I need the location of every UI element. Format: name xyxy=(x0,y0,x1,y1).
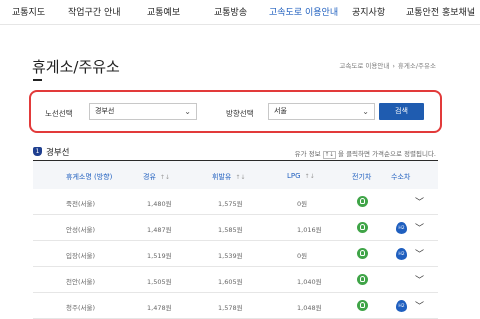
expand-chevron-icon[interactable]: ﹀ xyxy=(415,299,424,312)
gasoline-price: 1,578원 xyxy=(218,304,243,312)
col-header-ev: 전기차 xyxy=(352,173,372,181)
diesel-price: 1,478원 xyxy=(147,304,172,312)
nav-item-traffic-forecast[interactable]: 교통예보 xyxy=(147,5,180,18)
gasoline-price: 1,539원 xyxy=(218,252,243,260)
col-header-lpg[interactable]: LPG ↑↓ xyxy=(287,172,315,180)
expand-chevron-icon[interactable]: ﹀ xyxy=(415,221,424,234)
expand-chevron-icon[interactable]: ﹀ xyxy=(415,247,424,260)
lpg-price: 1,016원 xyxy=(297,226,322,234)
rest-area-name: 죽전(서울) xyxy=(66,200,95,208)
col-header-gasoline[interactable]: 휘발유 ↑↓ xyxy=(212,172,245,182)
gasoline-price: 1,575원 xyxy=(218,200,243,208)
sort-hint-prefix: 유가 정보 xyxy=(294,150,321,158)
col-header-diesel-label: 경유 xyxy=(143,173,156,181)
diesel-price: 1,505원 xyxy=(147,278,172,286)
row-divider xyxy=(33,214,438,215)
row-divider xyxy=(33,266,438,267)
sort-icon: ↑↓ xyxy=(159,174,170,181)
route-title: 경부선 xyxy=(46,148,70,158)
sort-hint: 유가 정보 ↑↓ 을 클릭하면 가격순으로 정렬됩니다. xyxy=(295,148,436,159)
page-title: 휴게소/주유소 xyxy=(32,58,120,76)
col-header-name: 휴게소명 (방향) xyxy=(66,173,113,181)
nav-item-traffic-broadcast[interactable]: 교통방송 xyxy=(214,5,247,18)
nav-item-work-zone[interactable]: 작업구간 안내 xyxy=(68,5,121,18)
nav-item-expressway-guide[interactable]: 고속도로 이용안내 xyxy=(269,5,338,18)
ev-charger-icon xyxy=(357,222,368,233)
gasoline-price: 1,605원 xyxy=(218,278,243,286)
route-select-value: 경부선 xyxy=(95,107,115,115)
sort-icon: ↑↓ xyxy=(235,174,246,181)
row-divider xyxy=(33,240,438,241)
col-header-h2: 수소차 xyxy=(391,173,411,181)
lpg-price: 1,048원 xyxy=(297,304,322,312)
sort-icon: ↑↓ xyxy=(304,173,315,180)
col-header-diesel[interactable]: 경유 ↑↓ xyxy=(143,172,170,182)
rest-area-name: 천안(서울) xyxy=(66,278,95,286)
diesel-price: 1,519원 xyxy=(147,252,172,260)
sort-icon: ↑↓ xyxy=(322,151,336,159)
expand-chevron-icon[interactable]: ﹀ xyxy=(415,273,424,286)
gasoline-price: 1,585원 xyxy=(218,226,243,234)
hydrogen-station-icon: H2 xyxy=(396,248,407,260)
chevron-down-icon: ⌄ xyxy=(184,107,191,116)
lpg-price: 0원 xyxy=(297,252,308,260)
top-navigation: 교통지도 작업구간 안내 교통예보 교통방송 고속도로 이용안내 공지사항 교통… xyxy=(0,0,480,25)
route-select[interactable]: 경부선 ⌄ xyxy=(89,103,197,120)
rest-area-name: 안성(서울) xyxy=(66,226,95,234)
ev-charger-icon xyxy=(357,196,368,207)
lpg-price: 0원 xyxy=(297,200,308,208)
col-header-lpg-label: LPG xyxy=(287,172,301,180)
breadcrumb: 고속도로 이용안내 › 휴게소/주유소 xyxy=(339,60,436,70)
row-divider xyxy=(33,292,438,293)
breadcrumb-current: 휴게소/주유소 xyxy=(397,62,436,70)
route-shield-icon: 1 xyxy=(33,147,42,156)
diesel-price: 1,487원 xyxy=(147,226,172,234)
search-button[interactable]: 검색 xyxy=(379,103,424,120)
expand-chevron-icon[interactable]: ﹀ xyxy=(415,195,424,208)
direction-select[interactable]: 서울 ⌄ xyxy=(268,103,375,120)
breadcrumb-separator: › xyxy=(392,62,395,70)
nav-item-safety-channel[interactable]: 교통안전 홍보채널 xyxy=(406,5,475,18)
direction-select-value: 서울 xyxy=(274,107,287,115)
lpg-price: 1,040원 xyxy=(297,278,322,286)
col-header-gasoline-label: 휘발유 xyxy=(212,173,232,181)
breadcrumb-parent[interactable]: 고속도로 이용안내 xyxy=(339,62,389,70)
chevron-down-icon: ⌄ xyxy=(362,107,369,116)
nav-item-notice[interactable]: 공지사항 xyxy=(352,5,385,18)
nav-item-traffic-map[interactable]: 교통지도 xyxy=(12,5,45,18)
ev-charger-icon xyxy=(357,274,368,285)
ev-charger-icon xyxy=(357,248,368,259)
hydrogen-station-icon: H2 xyxy=(396,222,407,234)
sort-hint-suffix: 을 클릭하면 가격순으로 정렬됩니다. xyxy=(338,150,436,158)
route-select-label: 노선선택 xyxy=(45,109,73,118)
title-underline xyxy=(33,79,42,81)
hydrogen-station-icon: H2 xyxy=(396,300,407,312)
direction-select-label: 방향선택 xyxy=(226,109,254,118)
rest-area-name: 입장(서울) xyxy=(66,252,95,260)
diesel-price: 1,480원 xyxy=(147,200,172,208)
rest-area-name: 청주(서울) xyxy=(66,304,95,312)
ev-charger-icon xyxy=(357,300,368,311)
